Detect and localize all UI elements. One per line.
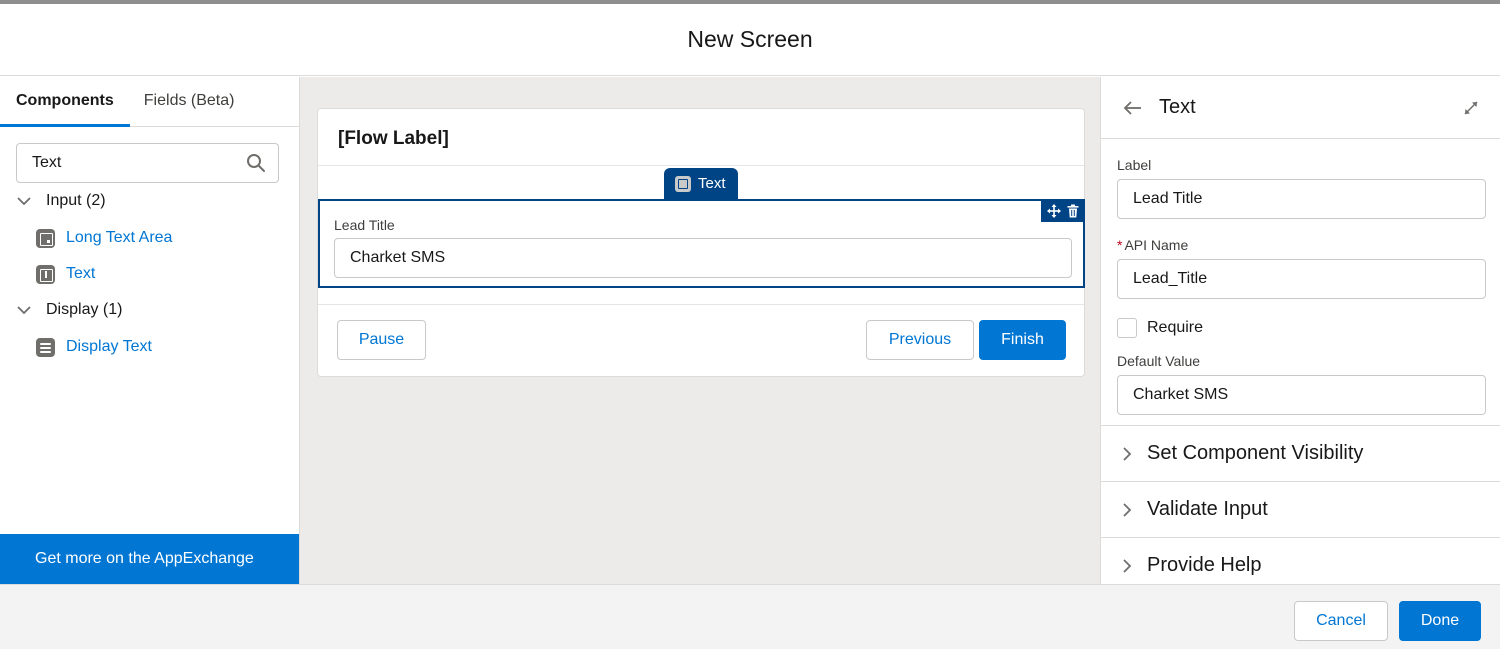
done-button[interactable]: Done: [1399, 601, 1481, 641]
chevron-right-icon: [1123, 502, 1132, 517]
component-tree: Input (2) Long Text Area Text Display (1…: [16, 189, 286, 371]
divider: [318, 304, 1084, 305]
component-label: Display Text: [66, 338, 152, 355]
search-value: Text: [32, 154, 62, 171]
chevron-right-icon: [1123, 558, 1132, 573]
group-input-label: Input (2): [46, 192, 106, 209]
selected-text-component[interactable]: Lead Title Charket SMS: [318, 199, 1085, 288]
panel-tabs: Components Fields (Beta): [0, 77, 299, 127]
move-icon[interactable]: [1046, 203, 1061, 218]
component-long-text-area[interactable]: Long Text Area: [36, 226, 286, 250]
section-label: Set Component Visibility: [1147, 442, 1364, 464]
previous-button[interactable]: Previous: [866, 320, 974, 360]
chevron-down-icon: [17, 197, 31, 206]
back-arrow-icon[interactable]: [1123, 98, 1143, 118]
finish-button[interactable]: Finish: [979, 320, 1066, 360]
cancel-button[interactable]: Cancel: [1294, 601, 1388, 641]
chevron-right-icon: [1123, 446, 1132, 461]
divider: [318, 165, 1084, 166]
flow-label: [Flow Label]: [338, 128, 449, 149]
text-input-icon: [36, 264, 55, 284]
search-icon: [247, 154, 265, 172]
require-label: Require: [1147, 319, 1204, 336]
modal-title: New Screen: [687, 26, 813, 52]
group-display-label: Display (1): [46, 301, 123, 318]
properties-title: Text: [1159, 96, 1196, 118]
default-value-field-label: Default Value: [1117, 353, 1201, 369]
section-set-component-visibility[interactable]: Set Component Visibility: [1101, 425, 1500, 481]
selected-component-tag: Text: [664, 168, 738, 199]
properties-panel: Text Label Lead Title * API Name Lead_Tit…: [1100, 77, 1500, 584]
lead-title-input[interactable]: Charket SMS: [334, 238, 1072, 278]
section-validate-input[interactable]: Validate Input: [1101, 481, 1500, 537]
pause-button[interactable]: Pause: [337, 320, 426, 360]
long-text-area-icon: [36, 228, 55, 248]
field-label: Lead Title: [334, 217, 395, 233]
api-name-field-label: * API Name: [1117, 237, 1188, 253]
group-input-toggle[interactable]: Input (2): [16, 189, 286, 213]
tab-components[interactable]: Components: [0, 76, 130, 127]
component-search-input[interactable]: Text: [16, 143, 279, 183]
trash-icon[interactable]: [1066, 204, 1080, 218]
group-display-toggle[interactable]: Display (1): [16, 298, 286, 322]
screen-card: [Flow Label] Text Lead Title Charket SMS…: [317, 108, 1085, 377]
text-input-icon: [675, 175, 691, 192]
appexchange-button[interactable]: Get more on the AppExchange: [0, 534, 299, 584]
section-label: Provide Help: [1147, 554, 1262, 576]
section-label: Validate Input: [1147, 498, 1268, 520]
component-tag-label: Text: [698, 175, 726, 192]
default-value-input[interactable]: Charket SMS: [1117, 375, 1486, 415]
modal-header: New Screen: [0, 4, 1500, 76]
label-input[interactable]: Lead Title: [1117, 179, 1486, 219]
display-text-icon: [36, 337, 55, 357]
component-text[interactable]: Text: [36, 262, 286, 286]
required-mark: *: [1117, 237, 1123, 253]
tab-fields-beta[interactable]: Fields (Beta): [130, 76, 251, 126]
component-label: Long Text Area: [66, 229, 173, 246]
api-name-label-text: API Name: [1124, 237, 1189, 253]
component-display-text[interactable]: Display Text: [36, 335, 286, 359]
component-actions: [1041, 199, 1085, 222]
screen-canvas: [Flow Label] Text Lead Title Charket SMS…: [300, 77, 1100, 584]
chevron-down-icon: [17, 306, 31, 315]
components-panel: Components Fields (Beta) Text Input (2) …: [0, 77, 300, 584]
expand-icon[interactable]: [1462, 99, 1480, 117]
api-name-input[interactable]: Lead_Title: [1117, 259, 1486, 299]
modal-footer: Cancel Done: [0, 584, 1500, 649]
require-checkbox[interactable]: [1117, 318, 1137, 338]
section-provide-help[interactable]: Provide Help: [1101, 537, 1500, 584]
component-label: Text: [66, 265, 96, 282]
label-field-label: Label: [1117, 157, 1152, 173]
properties-header: Text: [1101, 77, 1500, 139]
